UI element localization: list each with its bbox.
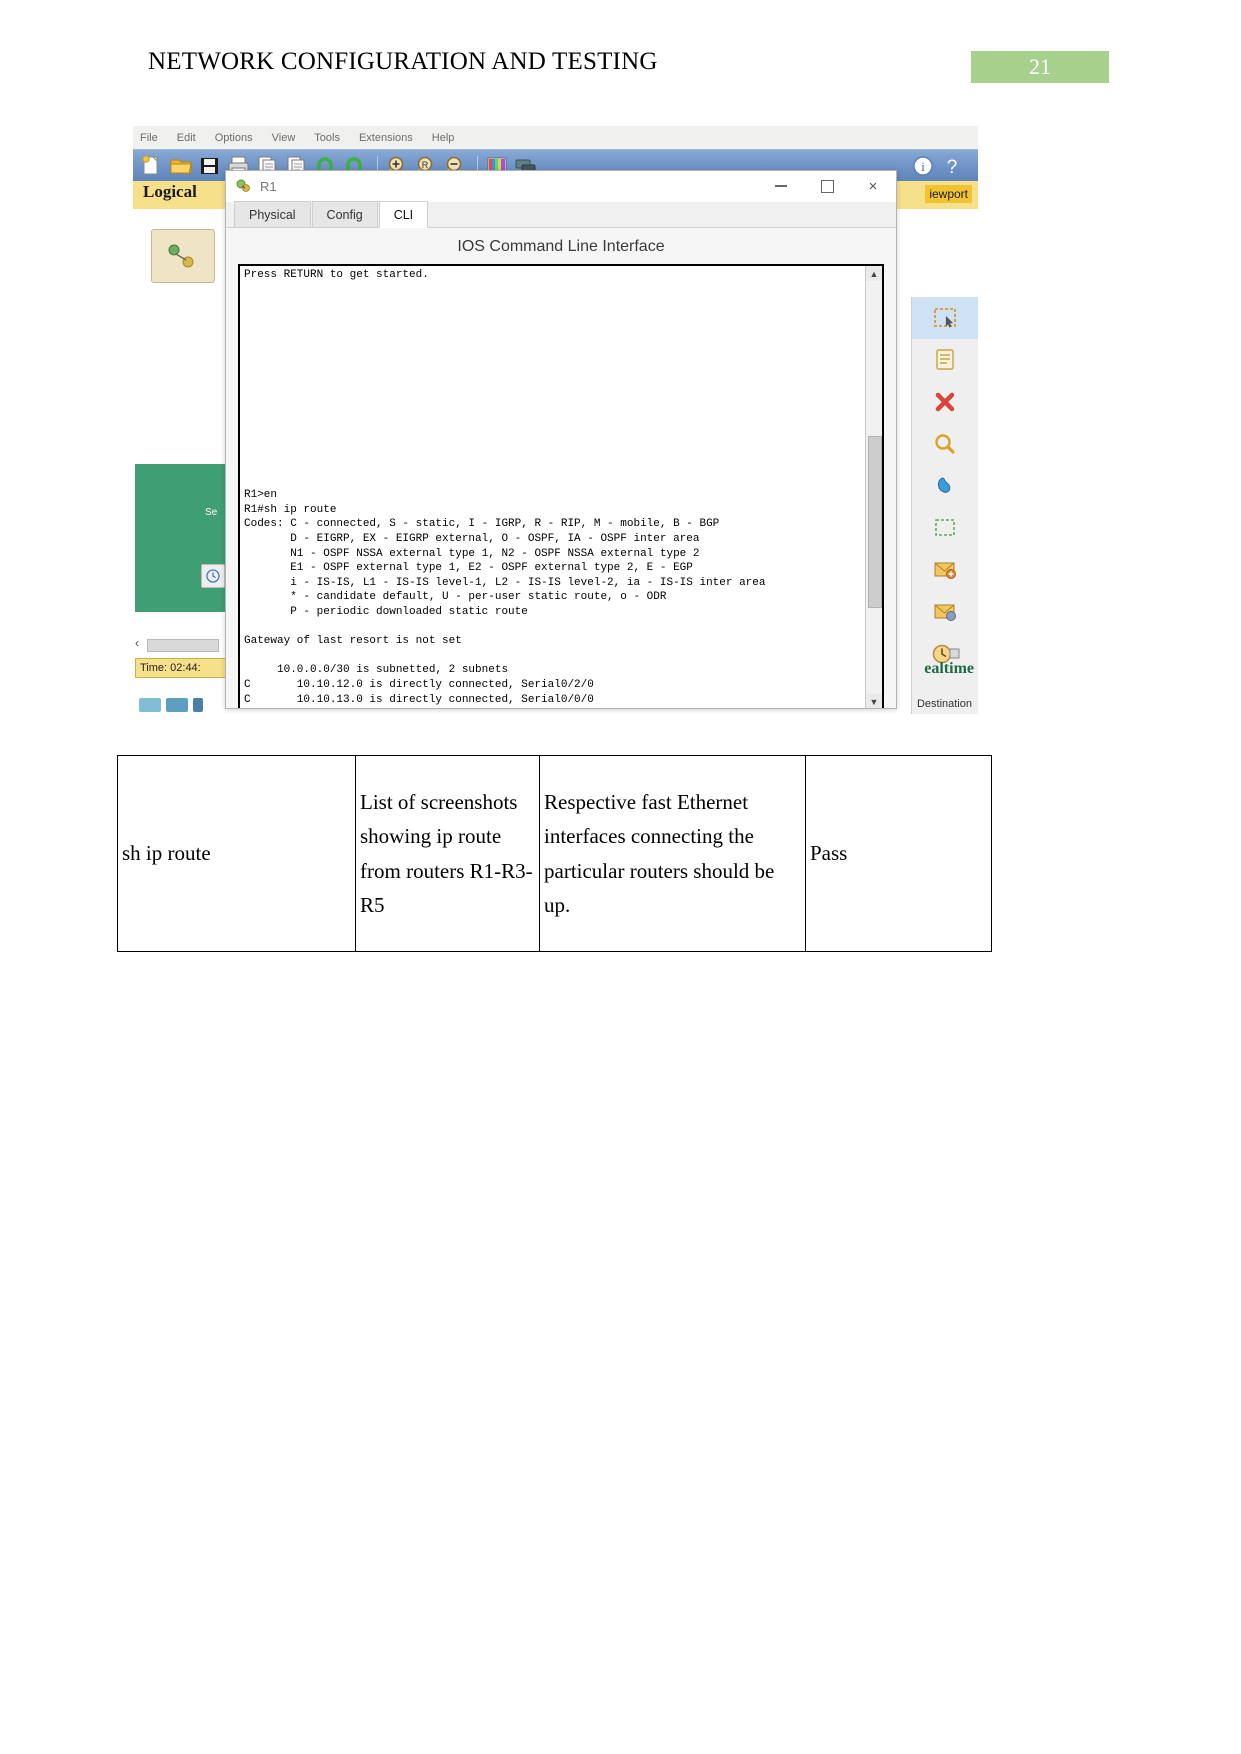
toolbar-right-group: i ? [910,154,978,178]
delete-tool-icon[interactable] [912,381,978,423]
terminal-scrollbar[interactable]: ▲ ▼ [865,266,882,708]
device-cluster-icon[interactable] [151,229,215,283]
router-icon [234,178,252,194]
r1-dialog-tabs: Physical Config CLI [226,201,896,228]
scrollbar-thumb[interactable] [868,436,882,608]
svg-text:i: i [921,159,925,174]
tab-config[interactable]: Config [311,201,378,227]
tab-cli[interactable]: CLI [378,201,429,228]
viewport-label: iewport [925,185,972,203]
page-number-badge: 21 [971,51,1109,83]
scroll-down-icon[interactable]: ▼ [866,694,882,708]
terminal-first-line: Press RETURN to get started. [244,269,429,281]
search-label: Se [205,507,218,518]
new-file-icon[interactable] [139,154,165,178]
cli-terminal-container[interactable]: Press RETURN to get started. R1>en R1#sh… [238,264,884,708]
r1-dialog-titlebar[interactable]: R1 × [226,171,896,202]
open-folder-icon[interactable] [168,154,194,178]
menu-item-tools[interactable]: Tools [314,132,340,144]
help-icon[interactable]: ? [939,154,965,178]
destination-column-label: Destination [916,698,972,710]
clock-icon[interactable] [201,564,225,588]
cell-expected-output: List of screenshots showing ip route fro… [355,755,540,952]
menu-item-options[interactable]: Options [215,132,253,144]
close-button[interactable]: × [850,171,896,202]
cli-terminal-output[interactable]: Press RETURN to get started. R1>en R1#sh… [240,266,866,708]
select-tool-icon[interactable] [912,297,978,339]
simulation-time-label: Time: 02:44: [135,658,231,678]
info-icon[interactable]: i [910,154,936,178]
hub-device-icon[interactable] [193,698,203,712]
window-controls: × [758,171,896,202]
packet-tracer-screenshot: File Edit Options View Tools Extensions … [133,126,978,714]
realtime-mode-label: ealtime [924,660,974,677]
horizontal-scrollbar[interactable] [147,639,219,652]
svg-text:R: R [422,160,429,170]
add-complex-pdu-icon[interactable] [912,591,978,633]
scroll-left-icon[interactable]: ‹ [135,636,139,650]
menu-item-view[interactable]: View [272,132,296,144]
tool-palette [911,297,978,714]
workspace-mode-label[interactable]: Logical [143,182,197,202]
cli-heading: IOS Command Line Interface [226,228,896,264]
cell-test-command: sh ip route [117,755,356,952]
svg-text:?: ? [947,157,958,178]
r1-device-dialog[interactable]: R1 × Physical Config CLI IOS Command Lin… [225,170,897,709]
menu-item-edit[interactable]: Edit [177,132,196,144]
note-tool-icon[interactable] [912,339,978,381]
save-icon[interactable] [197,154,223,178]
table-row: sh ip route List of screenshots showing … [117,755,992,952]
r1-dialog-title: R1 [260,178,277,194]
switch-device-icon[interactable] [166,698,188,712]
page-header: NETWORK CONFIGURATION AND TESTING 21 [0,48,1241,88]
terminal-body: R1>en R1#sh ip route Codes: C - connecte… [244,489,766,706]
tab-physical[interactable]: Physical [234,201,311,227]
cell-status: Pass [805,755,992,952]
maximize-button[interactable] [804,171,850,202]
scroll-up-icon[interactable]: ▲ [866,266,882,281]
test-result-table: sh ip route List of screenshots showing … [117,755,992,952]
resize-shape-icon[interactable] [912,465,978,507]
add-simple-pdu-icon[interactable] [912,549,978,591]
minimize-button[interactable] [758,171,804,202]
router-device-icon[interactable] [139,698,161,712]
app-menubar: File Edit Options View Tools Extensions … [133,126,978,149]
menu-item-help[interactable]: Help [432,132,455,144]
marquee-select-icon[interactable] [912,507,978,549]
menu-item-extensions[interactable]: Extensions [359,132,413,144]
page-title: NETWORK CONFIGURATION AND TESTING [148,48,658,75]
device-type-bar [139,698,203,712]
menu-item-file[interactable]: File [140,132,158,144]
cell-pass-criteria: Respective fast Ethernet interfaces conn… [539,755,806,952]
inspect-tool-icon[interactable] [912,423,978,465]
